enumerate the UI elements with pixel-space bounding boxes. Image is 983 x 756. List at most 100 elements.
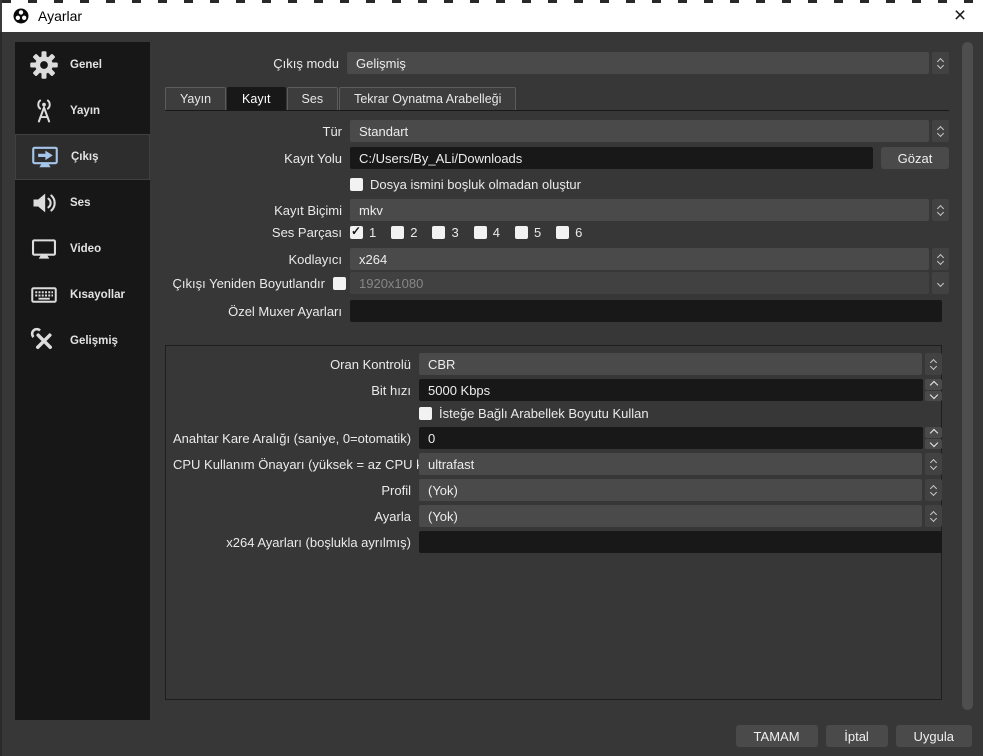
tab-tekrar-oynatma[interactable]: Tekrar Oynatma Arabelleği: [339, 87, 516, 110]
audio-track-5-checkbox[interactable]: [515, 226, 528, 239]
vertical-scrollbar[interactable]: [961, 42, 974, 712]
encoder-select[interactable]: x264: [350, 248, 929, 270]
sidebar-item-label: Yayın: [70, 105, 100, 117]
rate-control-row: Oran Kontrolü CBR: [173, 353, 942, 375]
apply-button[interactable]: Uygula: [896, 725, 972, 747]
sidebar-item-gelismis[interactable]: Gelişmiş: [15, 318, 150, 364]
sidebar-item-label: Ses: [70, 197, 90, 209]
audio-track-3-checkbox[interactable]: [432, 226, 445, 239]
rescale-label: Çıkışı Yeniden Boyutlandır: [165, 276, 333, 291]
rate-control-select[interactable]: CBR: [419, 353, 922, 375]
recording-path-value: C:/Users/By_ALi/Downloads: [359, 151, 522, 166]
custom-buffer-checkbox[interactable]: [419, 407, 432, 420]
combo-spinner-icon[interactable]: [932, 120, 949, 142]
output-mode-select[interactable]: Gelişmiş: [347, 52, 929, 74]
profile-select[interactable]: (Yok): [419, 479, 922, 501]
cancel-button[interactable]: İptal: [826, 725, 888, 747]
combo-spinner-icon[interactable]: [932, 52, 949, 74]
cpu-preset-select[interactable]: ultrafast: [419, 453, 922, 475]
dialog-footer: TAMAM İptal Uygula: [736, 725, 972, 747]
cpu-preset-row: CPU Kullanım Önayarı (yüksek = az CPU ku…: [173, 453, 942, 475]
keyframe-label: Anahtar Kare Aralığı (saniye, 0=otomatik…: [173, 431, 419, 446]
sidebar-item-genel[interactable]: Genel: [15, 42, 150, 88]
window-title: Ayarlar: [38, 8, 82, 24]
combo-dropdown-icon: [932, 272, 949, 294]
sidebar-item-ses[interactable]: Ses: [15, 180, 150, 226]
sidebar-item-video[interactable]: Video: [15, 226, 150, 272]
tab-yayin[interactable]: Yayın: [165, 87, 226, 110]
browse-button[interactable]: Gözat: [881, 147, 949, 169]
output-mode-row: Çıkış modu Gelişmiş: [165, 52, 949, 74]
combo-spinner-icon[interactable]: [925, 453, 942, 475]
ok-button[interactable]: TAMAM: [736, 725, 818, 747]
audio-track-2-checkbox[interactable]: [391, 226, 404, 239]
rescale-select: 1920x1080: [350, 272, 929, 294]
bitrate-row: Bit hızı 5000 Kbps: [173, 379, 942, 401]
encoder-row: Kodlayıcı x264: [165, 248, 949, 270]
rescale-checkbox[interactable]: [333, 277, 346, 290]
bitrate-label: Bit hızı: [173, 383, 419, 398]
sidebar-item-label: Genel: [70, 59, 102, 71]
sidebar-item-label: Video: [70, 243, 101, 255]
spinbox-arrows-icon[interactable]: [925, 427, 942, 449]
combo-spinner-icon[interactable]: [925, 479, 942, 501]
output-tabs: Yayın Kayıt Ses Tekrar Oynatma Arabelleğ…: [165, 87, 517, 110]
combo-spinner-icon[interactable]: [932, 199, 949, 221]
tune-value: (Yok): [428, 509, 458, 524]
close-icon[interactable]: ×: [943, 0, 977, 31]
settings-sidebar: Genel Yayın Çı: [15, 42, 150, 720]
keyframe-input[interactable]: 0: [419, 427, 923, 449]
output-mode-value: Gelişmiş: [356, 56, 406, 71]
format-select[interactable]: mkv: [350, 199, 929, 221]
x264-options-row: x264 Ayarları (boşlukla ayrılmış): [173, 531, 942, 553]
combo-spinner-icon[interactable]: [925, 505, 942, 527]
recording-path-row: Kayıt Yolu C:/Users/By_ALi/Downloads Göz…: [165, 147, 949, 169]
muxer-row: Özel Muxer Ayarları: [165, 300, 942, 322]
combo-spinner-icon[interactable]: [932, 248, 949, 270]
sidebar-item-cikis[interactable]: Çıkış: [15, 134, 150, 180]
recording-path-label: Kayıt Yolu: [165, 151, 350, 166]
rate-control-value: CBR: [428, 357, 455, 372]
tune-select[interactable]: (Yok): [419, 505, 922, 527]
encoder-value: x264: [359, 252, 387, 267]
x264-options-input[interactable]: [419, 531, 942, 553]
titlebar: Ayarlar ×: [0, 0, 983, 32]
output-mode-label: Çıkış modu: [165, 56, 347, 71]
custom-buffer-row: İsteğe Bağlı Arabellek Boyutu Kullan: [173, 406, 942, 421]
custom-buffer-label: İsteğe Bağlı Arabellek Boyutu Kullan: [439, 406, 649, 421]
no-space-row: Dosya ismini boşluk olmadan oluştur: [165, 177, 949, 192]
scrollbar-handle[interactable]: [962, 42, 973, 710]
tab-ses[interactable]: Ses: [287, 87, 339, 110]
tune-row: Ayarla (Yok): [173, 505, 942, 527]
tools-icon: [28, 327, 60, 355]
type-select[interactable]: Standart: [350, 120, 929, 142]
profile-row: Profil (Yok): [173, 479, 942, 501]
no-space-checkbox[interactable]: [350, 178, 363, 191]
type-label: Tür: [165, 124, 350, 139]
obs-logo-icon: [12, 7, 30, 25]
tab-kayit[interactable]: Kayıt: [227, 87, 286, 110]
cpu-preset-value: ultrafast: [428, 457, 474, 472]
combo-spinner-icon[interactable]: [925, 353, 942, 375]
audio-track-label: Ses Parçası: [165, 225, 350, 240]
audio-track-1-checkbox[interactable]: [350, 226, 363, 239]
settings-dialog: Genel Yayın Çı: [0, 32, 983, 756]
audio-track-4-checkbox[interactable]: [474, 226, 487, 239]
format-value: mkv: [359, 203, 383, 218]
bitrate-input[interactable]: 5000 Kbps: [419, 379, 923, 401]
audio-track-label: 1: [369, 225, 376, 240]
muxer-input[interactable]: [350, 300, 942, 322]
profile-value: (Yok): [428, 483, 458, 498]
audio-track-group: 1 2 3 4 5 6: [350, 225, 597, 240]
audio-track-label: 2: [410, 225, 417, 240]
type-value: Standart: [359, 124, 408, 139]
sidebar-item-yayin[interactable]: Yayın: [15, 88, 150, 134]
keyframe-value: 0: [428, 431, 435, 446]
cpu-preset-label: CPU Kullanım Önayarı (yüksek = az CPU ku…: [173, 457, 419, 472]
sidebar-item-kisayollar[interactable]: Kısayollar: [15, 272, 150, 318]
audio-track-6-checkbox[interactable]: [556, 226, 569, 239]
muxer-label: Özel Muxer Ayarları: [165, 304, 350, 319]
spinbox-arrows-icon[interactable]: [925, 379, 942, 401]
recording-path-input[interactable]: C:/Users/By_ALi/Downloads: [350, 147, 873, 169]
sidebar-item-label: Çıkış: [71, 151, 99, 163]
